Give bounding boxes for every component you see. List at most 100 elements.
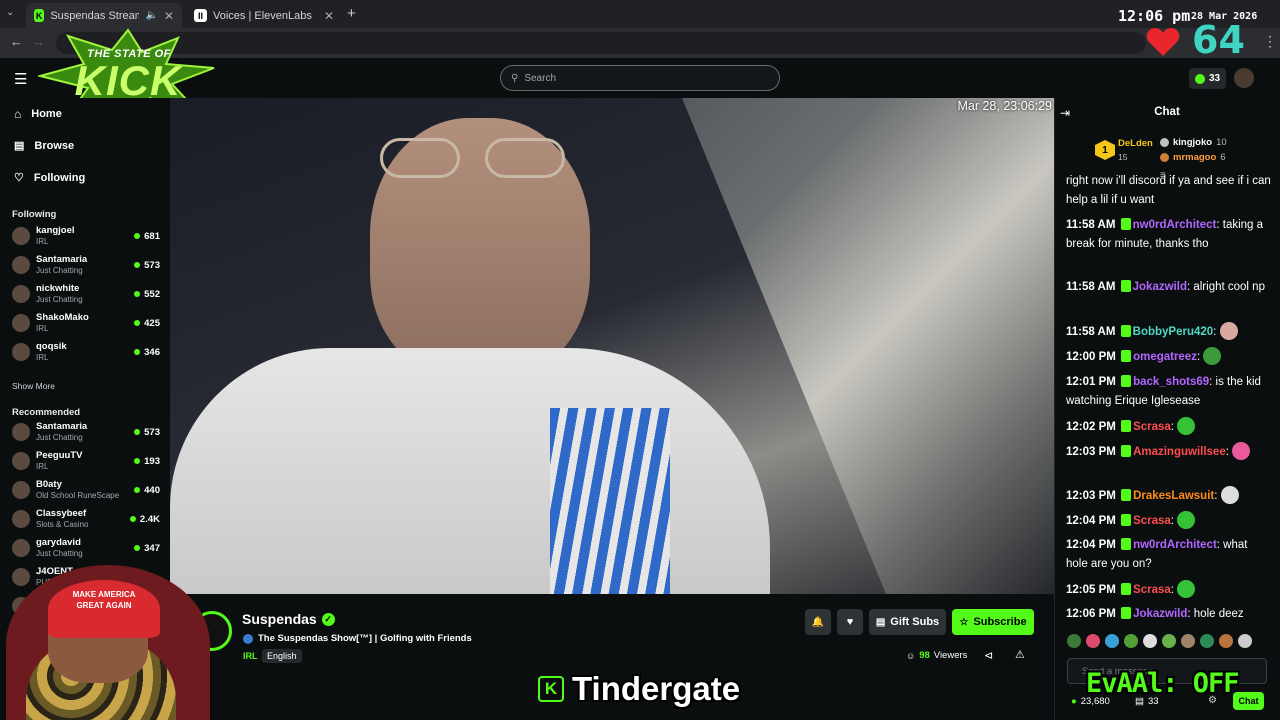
channel-item[interactable]: kangjoel IRL 681: [12, 222, 160, 250]
leader-name: kingjoko: [1173, 137, 1213, 148]
tab-suspendas[interactable]: K Suspendas Stream - Watch 🔈 ✕: [26, 3, 182, 28]
viewer-number: 98: [919, 650, 930, 661]
silver-medal-icon: [1160, 138, 1169, 147]
tab-elevenlabs[interactable]: II Voices | ElevenLabs ✕: [186, 3, 342, 28]
channel-avatar: [12, 452, 30, 470]
channel-avatar: [12, 510, 30, 528]
channel-meta: Santamaria Just Chatting: [36, 254, 87, 276]
report-icon[interactable]: ⚠: [1015, 648, 1025, 661]
channel-viewers: 347: [134, 543, 160, 554]
emote-icon[interactable]: [1086, 634, 1100, 648]
show-more-link[interactable]: Show More: [12, 381, 55, 391]
emote-icon[interactable]: [1162, 634, 1176, 648]
bell-icon: 🔔: [811, 616, 825, 628]
pinned-expand-icon[interactable]: ≡: [1160, 170, 1166, 181]
leader-name[interactable]: DeLden: [1118, 138, 1153, 149]
overlay-timestamp: Mar 28, 23:06:29: [957, 99, 1052, 113]
share-icon[interactable]: ⊲: [984, 649, 993, 662]
stream-category[interactable]: IRL: [243, 651, 258, 661]
channel-viewers: 440: [134, 485, 160, 496]
emote-icon[interactable]: [1238, 634, 1252, 648]
back-icon[interactable]: ←: [10, 34, 23, 49]
channel-item[interactable]: qoqsik IRL 346: [12, 338, 160, 366]
channel-name: Santamaria: [36, 254, 88, 265]
channel-name-row: Suspendas ✓: [242, 611, 335, 627]
search-placeholder: Search: [524, 72, 557, 84]
gift-subs-label: Gift Subs: [890, 616, 940, 628]
emote-icon[interactable]: [1219, 634, 1233, 648]
channel-meta: PeeguuTV IRL: [36, 450, 82, 472]
channel-item[interactable]: Santamaria Just Chatting 573: [12, 418, 160, 446]
channel-viewers: 681: [134, 231, 160, 242]
channel-avatar: [12, 285, 30, 303]
bronze-medal-icon: [1160, 153, 1169, 162]
close-tab-icon[interactable]: ✕: [324, 9, 334, 23]
leader-row-3[interactable]: mrmagoo 6: [1160, 152, 1226, 163]
viewer-count: 425: [144, 317, 160, 329]
emote-icon[interactable]: [1143, 634, 1157, 648]
heart-icon: [1146, 28, 1180, 56]
emote-icon[interactable]: [1200, 634, 1214, 648]
leader-row-2[interactable]: kingjoko 10: [1160, 137, 1227, 148]
hamburger-menu-icon[interactable]: ☰: [14, 70, 27, 88]
channel-category: Just Chatting: [36, 295, 83, 304]
emote-icon[interactable]: [1124, 634, 1138, 648]
channel-name[interactable]: Suspendas: [242, 611, 317, 627]
channel-viewers: 193: [134, 456, 160, 467]
video-player[interactable]: Mar 28, 23:06:29: [170, 98, 1054, 594]
channel-item[interactable]: PeeguuTV IRL 193: [12, 447, 160, 475]
channel-item[interactable]: nickwhite Just Chatting 552: [12, 280, 160, 308]
channel-viewers: 573: [134, 427, 160, 438]
kick-badge-icon: K: [538, 676, 564, 702]
channel-category: IRL: [36, 462, 49, 471]
emote-icon[interactable]: [1105, 634, 1119, 648]
channel-category: Just Chatting: [36, 433, 83, 442]
channel-item[interactable]: B0aty Old School RuneScape 440: [12, 476, 160, 504]
chat-panel: [1054, 98, 1280, 720]
gift-subs-button[interactable]: ▤ Gift Subs: [869, 609, 946, 635]
points-button[interactable]: 33: [1189, 68, 1226, 89]
channel-avatar: [12, 227, 30, 245]
channel-name: garydavid: [36, 537, 81, 548]
channel-viewers: 346: [134, 347, 160, 358]
nav-home[interactable]: ⌂ Home: [14, 107, 62, 121]
nav-browse[interactable]: ▤ Browse: [14, 139, 74, 153]
speaker-icon[interactable]: 🔈: [145, 10, 157, 21]
nav-following[interactable]: ♡ Following: [14, 171, 85, 185]
channel-meta: Santamaria Just Chatting: [36, 421, 87, 443]
clock: 12:06 pm: [1118, 7, 1191, 25]
channel-avatar: [12, 423, 30, 441]
live-dot-icon: [134, 349, 141, 355]
channel-name: B0aty: [36, 479, 62, 490]
browser-menu-icon[interactable]: ⋮: [1263, 33, 1277, 50]
emote-icon[interactable]: [1181, 634, 1195, 648]
glasses-icon: [375, 133, 575, 183]
close-tab-icon[interactable]: ✕: [164, 9, 174, 23]
user-avatar[interactable]: [1234, 68, 1254, 88]
channel-item[interactable]: Santamaria Just Chatting 573: [12, 251, 160, 279]
chat-title: Chat: [1154, 106, 1180, 118]
heart-icon: ♥: [846, 616, 854, 628]
subscribe-button[interactable]: ☆ Subscribe: [952, 609, 1034, 635]
points-count: 33: [1208, 73, 1221, 84]
url-field[interactable]: [56, 32, 1146, 54]
follow-button[interactable]: ♥: [837, 609, 863, 635]
channel-avatar: [12, 314, 30, 332]
channel-item[interactable]: Classybeef Slots & Casino 2.4K: [12, 505, 160, 533]
channel-item[interactable]: ShakoMako IRL 425: [12, 309, 160, 337]
browse-icon: ▤: [14, 140, 25, 152]
emote-icon[interactable]: [1067, 634, 1081, 648]
new-tab-button[interactable]: +: [347, 5, 356, 22]
channel-name: kangjoel: [36, 225, 75, 236]
search-input[interactable]: ⚲ Search: [500, 65, 780, 91]
hat-text-line2: GREAT AGAIN: [76, 601, 132, 610]
channel-name: qoqsik: [36, 341, 67, 352]
tab-search-icon[interactable]: ⌄: [6, 7, 20, 21]
channel-avatar: [12, 481, 30, 499]
live-dot-icon: [134, 291, 141, 297]
channel-name: Classybeef: [36, 508, 87, 519]
notifications-button[interactable]: 🔔: [805, 609, 831, 635]
channel-viewers: 573: [134, 260, 160, 271]
language-tag[interactable]: English: [262, 649, 302, 663]
viewer-count: 346: [144, 346, 160, 358]
